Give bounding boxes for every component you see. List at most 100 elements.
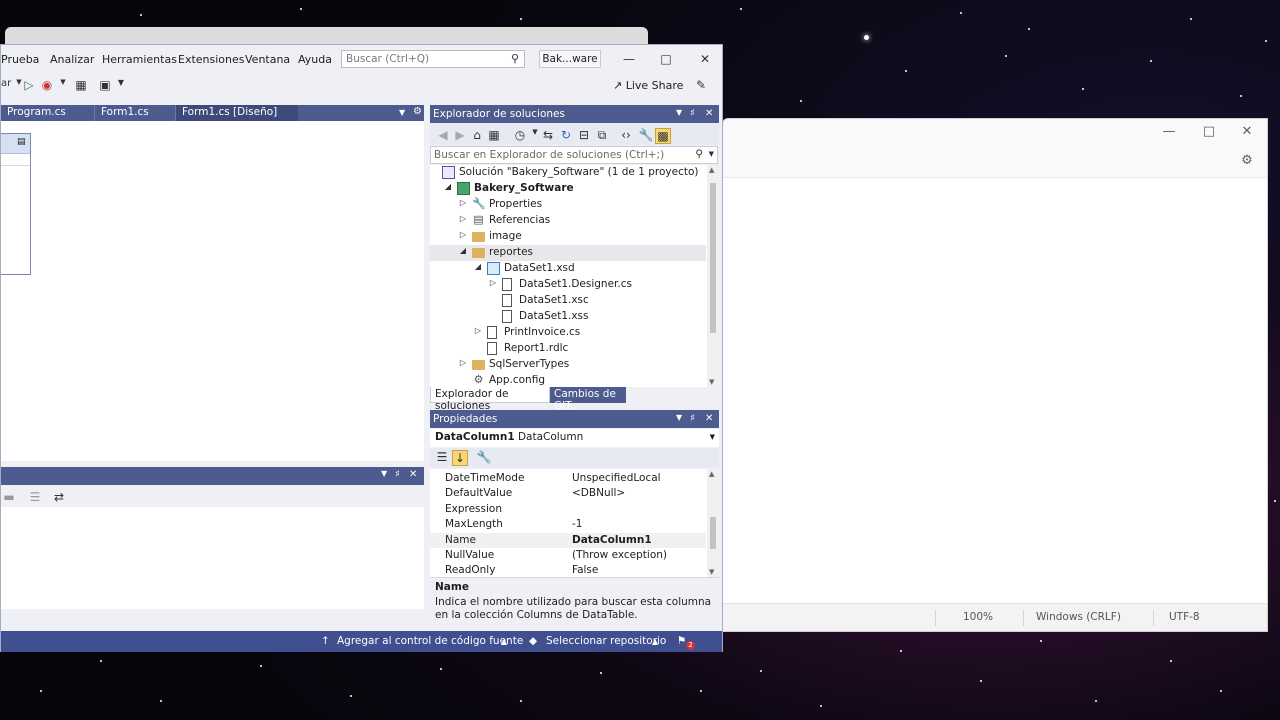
collapsed-arrow-icon[interactable]: ▷: [458, 358, 468, 367]
tab-solution-explorer[interactable]: Explorador de soluciones: [430, 387, 550, 412]
encoding[interactable]: UTF-8: [1169, 611, 1200, 623]
property-grid-scrollbar[interactable]: ▲ ▼: [707, 469, 719, 577]
start-icon[interactable]: ▷: [21, 78, 37, 94]
alphabetical-icon[interactable]: ↓: [452, 450, 468, 466]
chevron-down-icon[interactable]: ▼: [381, 469, 387, 478]
pending-changes-icon[interactable]: ◷: [512, 128, 528, 144]
property-value[interactable]: DataColumn1: [572, 534, 652, 546]
scroll-down-icon[interactable]: ▼: [709, 378, 714, 386]
menu-extensiones[interactable]: Extensiones: [178, 53, 245, 66]
scrollbar-thumb[interactable]: [710, 183, 716, 333]
gear-icon[interactable]: ⚙: [413, 106, 422, 117]
property-row[interactable]: MaxLength -1: [430, 517, 706, 532]
tab-list-dropdown-icon[interactable]: ▼: [399, 108, 405, 117]
tab-git-changes[interactable]: Cambios de GIT: [550, 387, 626, 412]
tree-item[interactable]: ◢ DataSet1.xsd: [430, 261, 706, 277]
view-code-icon[interactable]: ‹›: [618, 128, 634, 144]
categorized-icon[interactable]: ☰: [434, 450, 450, 466]
output-pane-body[interactable]: [1, 507, 424, 609]
property-row[interactable]: Name DataColumn1: [430, 532, 706, 548]
close-icon[interactable]: ✕: [409, 469, 417, 480]
solution-explorer-search-input[interactable]: Buscar en Explorador de soluciones (Ctrl…: [430, 146, 718, 164]
wrap-icon[interactable]: ⇄: [51, 490, 67, 506]
home-icon[interactable]: ⌂: [469, 128, 485, 144]
designer-surface[interactable]: [1, 121, 424, 461]
tree-item[interactable]: ◢ Bakery_Software: [430, 181, 706, 197]
maximize-icon[interactable]: □: [658, 52, 674, 66]
indent-icon[interactable]: ☰: [27, 490, 43, 506]
add-to-source-control[interactable]: Agregar al control de código fuente: [337, 635, 523, 647]
property-value[interactable]: (Throw exception): [572, 549, 667, 561]
collapsed-arrow-icon[interactable]: ▷: [458, 230, 468, 239]
expanded-arrow-icon[interactable]: ◢: [473, 262, 483, 271]
show-all-files-icon[interactable]: ⧉: [594, 128, 610, 144]
chevron-down-icon[interactable]: ▼: [676, 413, 682, 422]
chevron-down-icon[interactable]: ▼: [709, 150, 714, 158]
scroll-up-icon[interactable]: ▲: [709, 470, 714, 478]
settings-gear-icon[interactable]: ⚙: [1237, 153, 1257, 169]
align-icon[interactable]: ▬: [1, 490, 17, 506]
property-row[interactable]: Expression: [430, 502, 706, 517]
expanded-arrow-icon[interactable]: ◢: [443, 182, 453, 191]
solution-name-button[interactable]: Bak...ware: [539, 50, 601, 68]
tree-item[interactable]: ▷ 🔧 Properties: [430, 197, 706, 213]
menu-ventana[interactable]: Ventana: [245, 53, 290, 66]
menu-herramientas[interactable]: Herramientas: [102, 53, 177, 66]
select-repository[interactable]: Seleccionar repositorio: [546, 635, 666, 647]
browse-icon[interactable]: ▦: [73, 78, 89, 94]
property-row[interactable]: DefaultValue <DBNull>: [430, 486, 706, 501]
tree-item[interactable]: Report1.rdlc: [430, 341, 706, 357]
property-value[interactable]: -1: [572, 518, 582, 530]
tree-item[interactable]: ▷ ▤ Referencias: [430, 213, 706, 229]
property-row[interactable]: NullValue (Throw exception): [430, 548, 706, 563]
minimize-icon[interactable]: —: [621, 52, 637, 66]
collapsed-arrow-icon[interactable]: ▷: [458, 214, 468, 223]
tree-item[interactable]: ▷ SqlServerTypes: [430, 357, 706, 373]
minimize-icon[interactable]: —: [1159, 124, 1179, 140]
scroll-up-icon[interactable]: ▲: [709, 166, 714, 174]
property-value[interactable]: UnspecifiedLocal: [572, 472, 661, 484]
search-input[interactable]: Buscar (Ctrl+Q) ⚲: [341, 50, 525, 68]
collapsed-arrow-icon[interactable]: ▷: [473, 326, 483, 335]
tree-item[interactable]: ▷ DataSet1.Designer.cs: [430, 277, 706, 293]
property-value[interactable]: <DBNull>: [572, 487, 625, 499]
line-ending[interactable]: Windows (CRLF): [1036, 611, 1121, 623]
notifications-bell-icon[interactable]: ⚑: [677, 635, 686, 647]
close-icon[interactable]: ✕: [697, 52, 713, 66]
collapsed-arrow-icon[interactable]: ▷: [488, 278, 498, 287]
close-icon[interactable]: ✕: [705, 413, 713, 424]
chevron-down-icon[interactable]: ▼: [710, 433, 715, 441]
chevron-down-icon[interactable]: ▼: [55, 78, 71, 94]
preview-selected-icon[interactable]: ▩: [655, 128, 671, 144]
pin-icon[interactable]: ♯: [690, 108, 695, 119]
tab-form1-design[interactable]: Form1.cs [Diseño]: [176, 105, 298, 121]
layout-icon[interactable]: ▣: [97, 78, 113, 94]
tree-item[interactable]: DataSet1.xss: [430, 309, 706, 325]
tree-item[interactable]: ◢ reportes: [430, 245, 706, 261]
solution-tree-scrollbar[interactable]: ▲ ▼: [707, 165, 719, 387]
feedback-icon[interactable]: ✎: [693, 78, 709, 94]
collapse-all-icon[interactable]: ⊟: [576, 128, 592, 144]
tree-item[interactable]: DataSet1.xsc: [430, 293, 706, 309]
property-value[interactable]: False: [572, 564, 598, 576]
maximize-icon[interactable]: □: [1199, 124, 1219, 140]
tree-item[interactable]: Solución "Bakery_Software" (1 de 1 proye…: [430, 165, 706, 181]
scroll-down-icon[interactable]: ▼: [709, 568, 714, 576]
tab-program-cs[interactable]: Program.cs: [1, 105, 94, 121]
notepad-titlebar[interactable]: — □ ✕: [723, 119, 1267, 147]
properties-wrench-icon[interactable]: 🔧: [638, 128, 654, 144]
properties-object-selector[interactable]: DataColumn1 DataColumn ▼: [430, 429, 719, 447]
notepad-editor[interactable]: [723, 177, 1267, 603]
sync-icon[interactable]: ⇆: [540, 128, 556, 144]
tree-item[interactable]: ▷ image: [430, 229, 706, 245]
property-row[interactable]: DateTimeMode UnspecifiedLocal: [430, 471, 706, 486]
menu-analizar[interactable]: Analizar: [50, 53, 94, 66]
switch-views-icon[interactable]: ▦: [486, 128, 502, 144]
hot-reload-icon[interactable]: ◉: [39, 78, 55, 94]
forward-icon[interactable]: ▶: [452, 128, 468, 144]
tree-item[interactable]: ▷ PrintInvoice.cs: [430, 325, 706, 341]
toolbar-options-icon[interactable]: ▼: [113, 78, 129, 94]
close-icon[interactable]: ✕: [1237, 124, 1257, 140]
expanded-arrow-icon[interactable]: ◢: [458, 246, 468, 255]
zoom-level[interactable]: 100%: [963, 611, 993, 623]
